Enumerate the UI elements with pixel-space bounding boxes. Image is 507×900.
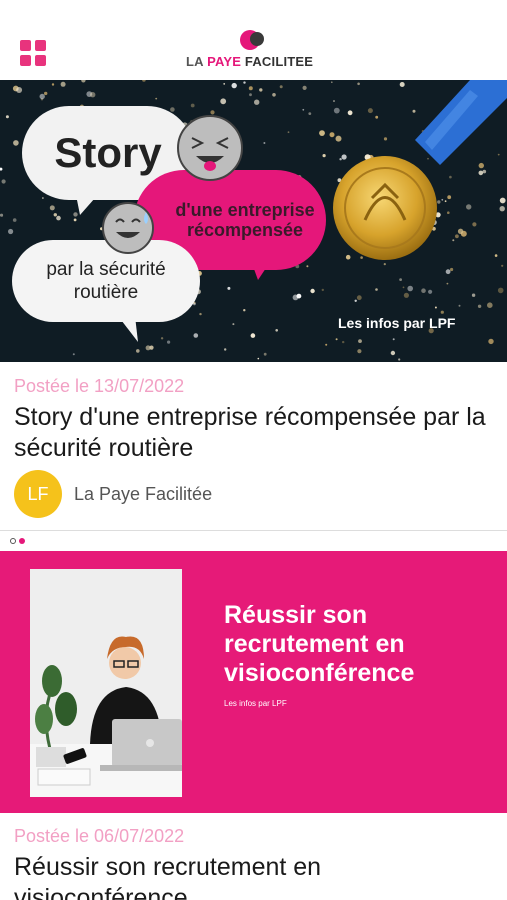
app-header: LA PAYE FACILITEE (0, 0, 507, 80)
dot-icon (19, 538, 25, 544)
app-screen: LA PAYE FACILITEE Story d'une entreprise… (0, 0, 507, 900)
brand-logo[interactable]: LA PAYE FACILITEE (186, 28, 326, 70)
post-date: Postée le 06/07/2022 (14, 826, 185, 846)
logo-text: LA PAYE FACILITEE (186, 54, 314, 69)
dot-icon (10, 538, 16, 544)
woman-laptop-photo (30, 569, 182, 797)
medal-icon (333, 156, 437, 260)
logo-mark-icon (240, 30, 268, 52)
white-bubble-line1: par la sécurité (46, 259, 166, 280)
post-author[interactable]: LF La Paye Facilitée (14, 470, 212, 518)
image-caption: Les infos par LPF (338, 315, 456, 331)
post-image[interactable]: Réussir son recrutement en visioconféren… (0, 530, 507, 813)
image-caption: Les infos par LPF (224, 699, 287, 708)
image-headline: Réussir son recrutement en visioconféren… (224, 601, 415, 687)
author-name: La Paye Facilitée (74, 483, 213, 504)
post-title[interactable]: Story d'une entreprise récompensée par l… (14, 402, 499, 464)
post-date: Postée le 13/07/2022 (14, 376, 185, 396)
post-image[interactable]: Story d'une entreprise récompensée par l… (0, 80, 507, 362)
post-title[interactable]: Réussir son recrutement en visioconféren… (14, 852, 499, 900)
grid-menu-icon[interactable] (20, 40, 46, 66)
image-top-bar (0, 531, 507, 551)
white-bubble: par la sécurité routière (12, 240, 200, 322)
white-bubble-line2: routière (73, 282, 139, 303)
avatar: LF (14, 470, 62, 518)
